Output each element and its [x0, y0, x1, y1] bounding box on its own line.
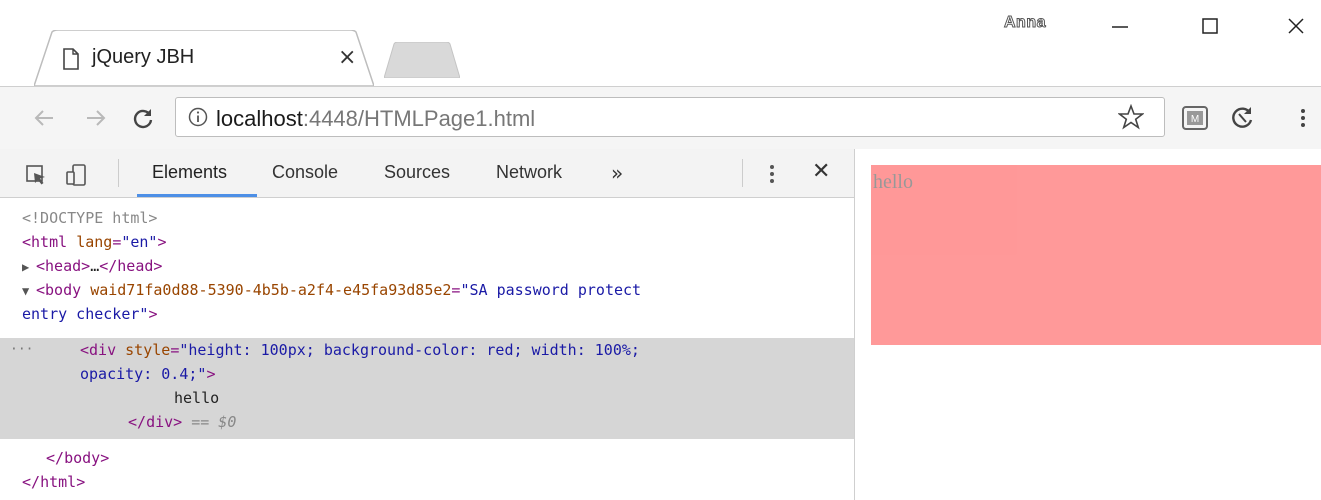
page-viewport: hello	[855, 149, 1321, 500]
devtools-toolbar: Elements Console Sources Network » ✕	[0, 149, 854, 198]
back-button[interactable]	[30, 103, 60, 133]
menu-kebab-icon[interactable]	[1296, 103, 1310, 133]
dom-div-close[interactable]: </div> == $0	[128, 410, 982, 434]
dom-html-open[interactable]: <html lang="en">	[22, 230, 876, 254]
bookmark-star-icon[interactable]	[1118, 104, 1144, 130]
tab-close-icon[interactable]: ×	[338, 46, 356, 70]
new-tab-button[interactable]	[384, 42, 460, 78]
browser-toolbar: localhost:4448/HTMLPage1.html M	[0, 86, 1321, 149]
forward-arrow-icon	[87, 110, 106, 126]
expand-caret-icon[interactable]: ▶	[22, 255, 36, 279]
info-icon[interactable]	[188, 107, 208, 127]
dom-html-close[interactable]: </html>	[22, 470, 876, 494]
forward-button[interactable]	[80, 103, 110, 133]
profile-name[interactable]: Anna	[1004, 14, 1047, 32]
inspect-element-icon[interactable]	[24, 163, 48, 187]
page-icon	[63, 48, 79, 70]
address-bar[interactable]: localhost:4448/HTMLPage1.html	[175, 97, 1165, 137]
dom-tree: <!DOCTYPE html> <html lang="en"> ▶ <head>…	[0, 198, 854, 500]
title-bar: jQuery JBH × Anna	[0, 0, 1321, 86]
extension-sync-icon[interactable]	[1228, 103, 1258, 133]
dom-head-node[interactable]: ▶ <head>…</head>	[22, 254, 876, 278]
node-actions-dots[interactable]: ···	[10, 338, 33, 362]
minimize-button[interactable]	[1100, 8, 1140, 44]
dom-div-open[interactable]: <div style="height: 100px; background-co…	[80, 338, 934, 362]
collapse-caret-icon[interactable]: ▼	[22, 279, 36, 303]
tab-network[interactable]: Network	[496, 162, 562, 183]
close-icon	[1288, 18, 1304, 34]
minimize-icon	[1112, 26, 1128, 28]
device-toolbar-icon[interactable]	[64, 163, 88, 187]
more-tabs-button[interactable]: »	[611, 161, 623, 185]
maximize-button[interactable]	[1190, 8, 1230, 44]
toolbar-divider-right	[742, 159, 743, 187]
dom-div-open-cont: opacity: 0.4;">	[80, 365, 216, 383]
devtools-panel: Elements Console Sources Network » ✕ <!D…	[0, 149, 855, 500]
dom-body-open[interactable]: ▼ <body waid71fa0d88-5390-4b5b-a2f4-e45fa…	[22, 278, 876, 302]
url-text[interactable]: localhost:4448/HTMLPage1.html	[216, 106, 535, 132]
extension-m-icon[interactable]: M	[1180, 103, 1210, 133]
tab-title: jQuery JBH	[92, 46, 195, 68]
url-path: :4448/HTMLPage1.html	[302, 106, 536, 131]
reload-button[interactable]	[128, 103, 158, 133]
tab-sources[interactable]: Sources	[384, 162, 450, 183]
dom-body-open-cont: entry checker">	[22, 305, 158, 323]
devtools-menu-icon[interactable]	[764, 161, 780, 187]
red-translucent-div[interactable]: hello	[871, 165, 1321, 345]
dom-doctype[interactable]: <!DOCTYPE html>	[22, 206, 876, 230]
toolbar-divider	[118, 159, 119, 187]
maximize-icon	[1202, 18, 1218, 34]
dom-body-close[interactable]: </body>	[46, 446, 900, 470]
browser-tab[interactable]: jQuery JBH ×	[34, 30, 374, 86]
devtools-close-icon[interactable]: ✕	[812, 159, 830, 184]
reload-icon	[133, 109, 153, 129]
svg-text:M: M	[1191, 114, 1199, 125]
active-tab-indicator	[137, 194, 257, 197]
tab-console[interactable]: Console	[272, 162, 338, 183]
tab-elements[interactable]: Elements	[152, 162, 227, 183]
url-host: localhost	[216, 106, 303, 131]
selected-node-marker: == $0	[191, 413, 237, 431]
back-arrow-icon	[34, 110, 53, 126]
window-close-button[interactable]	[1276, 8, 1316, 44]
